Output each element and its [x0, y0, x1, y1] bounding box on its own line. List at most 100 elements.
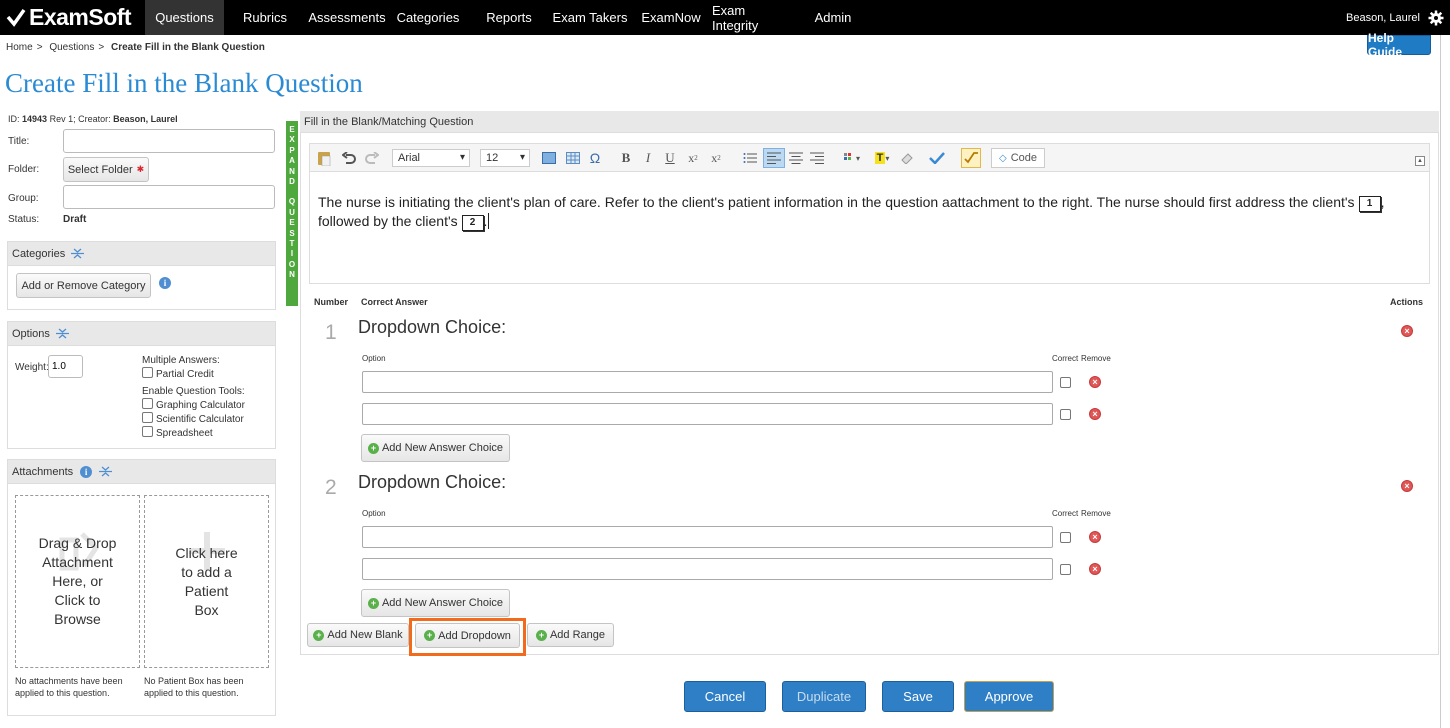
subscript-icon[interactable]: x2 [685, 148, 701, 168]
partial-credit-checkbox[interactable] [142, 367, 153, 378]
expand-letter: D [289, 177, 295, 187]
approve-button[interactable]: Approve [964, 681, 1054, 712]
add-dropdown-label: Add Dropdown [438, 629, 511, 642]
align-right-icon[interactable] [809, 148, 825, 168]
special-character-icon[interactable]: Ω [587, 148, 603, 168]
image-icon[interactable] [541, 148, 557, 168]
patient-box-zone[interactable]: Click here to add a Patient Box [144, 495, 269, 668]
underline-icon[interactable]: U [663, 148, 677, 168]
correct-checkbox[interactable] [1060, 409, 1071, 420]
weight-input[interactable] [48, 355, 83, 378]
title-input[interactable] [63, 129, 275, 153]
remove-option-icon[interactable]: × [1089, 376, 1101, 388]
superscript-icon[interactable]: x2 [708, 148, 724, 168]
redo-icon[interactable] [364, 148, 380, 168]
nav-questions[interactable]: Questions [145, 0, 224, 35]
nav-assessments[interactable]: Assessments [308, 0, 386, 35]
nav-reports[interactable]: Reports [482, 0, 536, 35]
add-range-button[interactable]: + Add Range [527, 623, 614, 647]
format-dropdown-icon[interactable]: ▾ [841, 148, 863, 168]
remove-option-icon[interactable]: × [1089, 563, 1101, 575]
blank-1-marker[interactable]: 1 [1358, 196, 1381, 212]
add-new-blank-button[interactable]: + Add New Blank [307, 623, 409, 647]
nav-examnow[interactable]: ExamNow [640, 0, 702, 35]
align-left-icon[interactable] [763, 148, 785, 168]
collapse-icon[interactable] [55, 328, 69, 339]
question-text-area[interactable]: The nurse is initiating the client's pla… [309, 171, 1430, 284]
gear-icon[interactable] [1428, 10, 1444, 26]
paste-icon[interactable] [316, 148, 332, 168]
info-icon[interactable]: i [80, 465, 93, 478]
add-new-answer-choice-button[interactable]: + Add New Answer Choice [361, 589, 510, 617]
add-choice-label: Add New Answer Choice [381, 597, 504, 609]
remove-label: Remove [1081, 509, 1111, 518]
nav-exam-takers[interactable]: Exam Takers [552, 0, 628, 35]
collapse-toolbar-icon[interactable]: ▲ [1415, 156, 1425, 166]
title-label: Title: [8, 136, 30, 147]
scientific-calculator-checkbox[interactable] [142, 412, 153, 423]
spellcheck-icon[interactable] [927, 148, 947, 168]
collapse-icon[interactable] [71, 248, 85, 259]
nav-categories[interactable]: Categories [395, 0, 461, 35]
nav-exam-integrity[interactable]: Exam Integrity [712, 0, 794, 35]
answer-option-input[interactable] [362, 526, 1053, 548]
breadcrumb-home[interactable]: Home [6, 42, 33, 53]
breadcrumb-questions[interactable]: Questions [49, 42, 94, 53]
folder-label: Folder: [8, 164, 40, 175]
nav-admin[interactable]: Admin [810, 0, 856, 35]
table-icon[interactable] [565, 148, 581, 168]
bullet-list-icon[interactable] [742, 148, 758, 168]
spreadsheet-checkbox[interactable] [142, 426, 153, 437]
text-highlight-icon[interactable]: T ▾ [870, 148, 894, 168]
expand-letter: T [289, 239, 295, 249]
options-header[interactable]: Options [8, 322, 275, 346]
cancel-button[interactable]: Cancel [684, 681, 766, 712]
eraser-icon[interactable] [899, 148, 915, 168]
correct-checkbox[interactable] [1060, 377, 1071, 388]
code-button[interactable]: ◇ Code [991, 148, 1045, 168]
select-folder-button[interactable]: Select Folder ✱ [63, 157, 149, 182]
attachments-header[interactable]: Attachments i [8, 460, 275, 484]
align-center-icon[interactable] [788, 148, 804, 168]
blank-2-marker[interactable]: 2 [461, 215, 484, 231]
correct-checkbox[interactable] [1060, 564, 1071, 575]
remove-option-icon[interactable]: × [1089, 408, 1101, 420]
remove-blank-icon[interactable]: × [1401, 325, 1413, 337]
italic-icon[interactable]: I [641, 148, 655, 168]
group-input[interactable] [63, 185, 275, 209]
graphing-calculator-checkbox[interactable] [142, 398, 153, 409]
add-range-label: Add Range [549, 629, 606, 641]
add-new-answer-choice-button[interactable]: + Add New Answer Choice [361, 434, 510, 462]
bold-icon[interactable]: B [619, 148, 633, 168]
answer-option-input[interactable] [362, 558, 1053, 580]
answer-option-input[interactable] [362, 371, 1053, 393]
expand-letter: N [289, 270, 295, 280]
nav-rubrics[interactable]: Rubrics [236, 0, 294, 35]
user-name[interactable]: Beason, Laurel [1346, 0, 1420, 35]
add-remove-category-button[interactable]: Add or Remove Category [16, 273, 151, 298]
breadcrumb: Home > Questions > Create Fill in the Blan… [6, 42, 265, 53]
examsoft-logo[interactable]: ExamSoft [6, 4, 132, 30]
categories-header[interactable]: Categories [8, 242, 275, 266]
duplicate-button[interactable]: Duplicate [782, 681, 866, 712]
expand-question-tab[interactable]: E X P A N D Q U E S T I O N [286, 121, 298, 306]
math-formula-icon[interactable] [961, 148, 981, 168]
option-label: Option [362, 509, 386, 518]
answer-option-input[interactable] [362, 403, 1053, 425]
save-button[interactable]: Save [882, 681, 954, 712]
question-text-part: . [483, 213, 488, 229]
remove-option-icon[interactable]: × [1089, 531, 1101, 543]
font-size-select[interactable]: 12 [480, 149, 530, 167]
collapse-icon[interactable] [99, 466, 113, 477]
undo-icon[interactable] [341, 148, 357, 168]
add-dropdown-button[interactable]: + Add Dropdown [415, 623, 520, 648]
group-label: Group: [8, 193, 39, 204]
correct-checkbox[interactable] [1060, 532, 1071, 543]
attachment-drop-zone[interactable]: Drag & Drop Attachment Here, or Click to… [15, 495, 140, 668]
help-guide-button[interactable]: Help Guide [1367, 31, 1431, 59]
font-family-select[interactable]: Arial [392, 149, 470, 167]
info-icon[interactable]: i [159, 277, 171, 289]
remove-blank-icon[interactable]: × [1401, 480, 1413, 492]
expand-letter: I [290, 249, 294, 259]
no-patient-box-text: No Patient Box has been applied to this … [144, 676, 244, 698]
